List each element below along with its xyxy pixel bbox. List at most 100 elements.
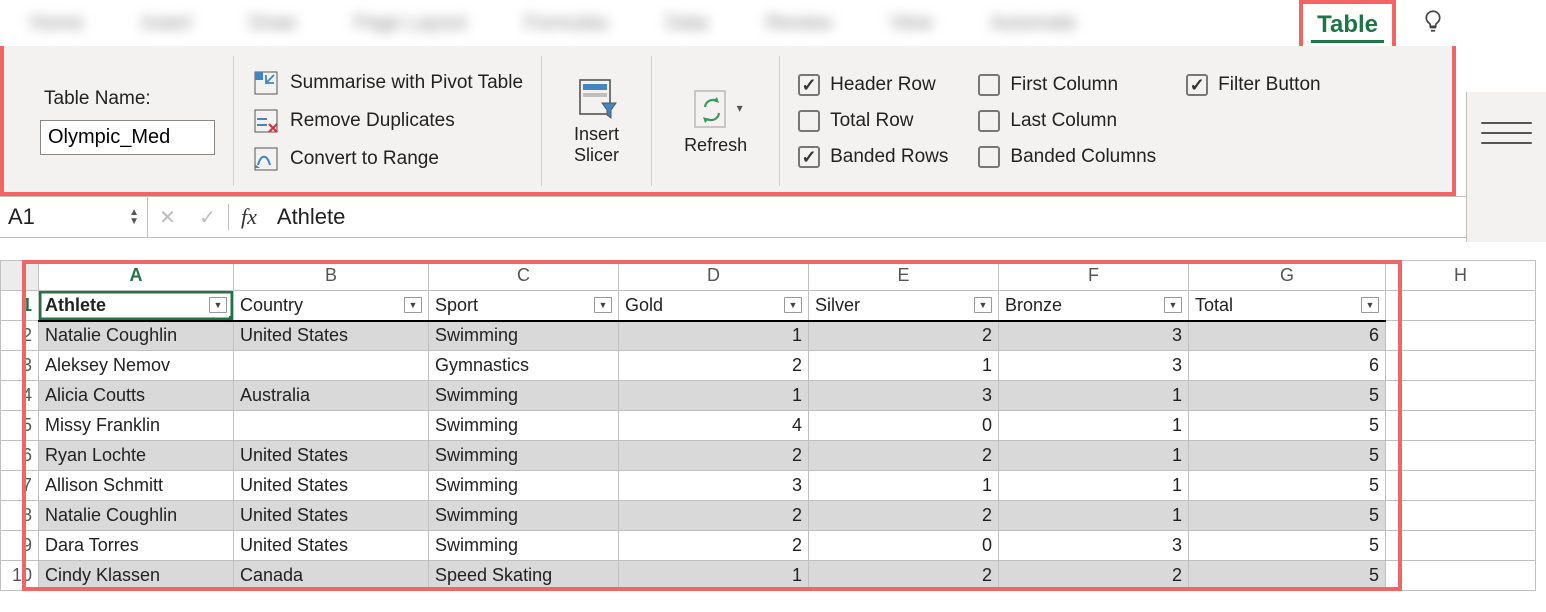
table-header-cell[interactable]: Country▼ — [234, 291, 429, 321]
cell[interactable]: 1 — [619, 321, 809, 351]
table-header-cell[interactable]: Silver▼ — [809, 291, 999, 321]
cell[interactable]: 2 — [619, 441, 809, 471]
cell[interactable]: 1 — [619, 381, 809, 411]
cell[interactable]: 1 — [999, 381, 1189, 411]
filter-dropdown-icon[interactable]: ▼ — [404, 297, 422, 313]
cell[interactable]: 0 — [809, 531, 999, 561]
cell[interactable]: 2 — [999, 561, 1189, 591]
filter-dropdown-icon[interactable]: ▼ — [784, 297, 802, 313]
table-header-cell[interactable]: Sport▼ — [429, 291, 619, 321]
column-header-A[interactable]: A — [39, 261, 234, 291]
cell[interactable]: Cindy Klassen — [39, 561, 234, 591]
cell[interactable]: 4 — [619, 411, 809, 441]
name-box-spinner-icon[interactable]: ▲▼ — [129, 208, 139, 226]
row-header-8[interactable]: 8 — [1, 501, 39, 531]
cell[interactable]: 0 — [809, 411, 999, 441]
cell[interactable]: United States — [234, 441, 429, 471]
cell[interactable]: 5 — [1189, 471, 1386, 501]
header-row-checkbox[interactable]: Header Row — [798, 74, 948, 96]
cell[interactable]: Gymnastics — [429, 351, 619, 381]
cell[interactable]: 2 — [809, 501, 999, 531]
filter-dropdown-icon[interactable]: ▼ — [1361, 297, 1379, 313]
cell[interactable]: Alicia Coutts — [39, 381, 234, 411]
filter-dropdown-icon[interactable]: ▼ — [974, 297, 992, 313]
cell[interactable]: 1 — [999, 471, 1189, 501]
first-column-checkbox[interactable]: First Column — [978, 74, 1156, 96]
cell[interactable]: 5 — [1189, 411, 1386, 441]
cell[interactable] — [1386, 291, 1536, 321]
tab-table[interactable]: Table — [1299, 0, 1396, 46]
fx-icon[interactable]: fx — [228, 204, 269, 230]
filter-dropdown-icon[interactable]: ▼ — [209, 297, 227, 313]
cell[interactable]: Swimming — [429, 321, 619, 351]
column-header-E[interactable]: E — [809, 261, 999, 291]
cell[interactable] — [1386, 351, 1536, 381]
cell[interactable]: 1 — [809, 351, 999, 381]
filter-dropdown-icon[interactable]: ▼ — [594, 297, 612, 313]
cell[interactable] — [1386, 321, 1536, 351]
cell[interactable]: 3 — [999, 321, 1189, 351]
row-header-3[interactable]: 3 — [1, 351, 39, 381]
column-header-B[interactable]: B — [234, 261, 429, 291]
row-header-9[interactable]: 9 — [1, 531, 39, 561]
table-name-input[interactable] — [40, 120, 215, 155]
cell[interactable]: Swimming — [429, 381, 619, 411]
cell[interactable]: 1 — [619, 561, 809, 591]
select-all-corner[interactable] — [1, 261, 39, 291]
row-header-2[interactable]: 2 — [1, 321, 39, 351]
cell[interactable] — [1386, 411, 1536, 441]
cell[interactable]: 2 — [809, 321, 999, 351]
formula-input[interactable]: Athlete — [269, 204, 1546, 230]
cell[interactable]: 1 — [999, 441, 1189, 471]
cell[interactable] — [1386, 441, 1536, 471]
table-header-cell[interactable]: Bronze▼ — [999, 291, 1189, 321]
cell[interactable]: 5 — [1189, 381, 1386, 411]
cell[interactable]: Swimming — [429, 411, 619, 441]
column-header-D[interactable]: D — [619, 261, 809, 291]
cell[interactable] — [1386, 561, 1536, 591]
cell[interactable]: Aleksey Nemov — [39, 351, 234, 381]
row-header-6[interactable]: 6 — [1, 441, 39, 471]
last-column-checkbox[interactable]: Last Column — [978, 110, 1156, 132]
filter-dropdown-icon[interactable]: ▼ — [1164, 297, 1182, 313]
cell[interactable]: 5 — [1189, 561, 1386, 591]
cell[interactable]: 2 — [619, 531, 809, 561]
table-header-cell[interactable]: Gold▼ — [619, 291, 809, 321]
cell[interactable]: Dara Torres — [39, 531, 234, 561]
cell[interactable]: Missy Franklin — [39, 411, 234, 441]
insert-slicer-button[interactable]: Insert Slicer — [560, 76, 633, 165]
cell[interactable]: 3 — [619, 471, 809, 501]
cell[interactable]: Swimming — [429, 441, 619, 471]
cell[interactable] — [1386, 381, 1536, 411]
table-header-cell[interactable]: Athlete▼ — [39, 291, 234, 321]
cell[interactable]: 5 — [1189, 441, 1386, 471]
cell[interactable]: Natalie Coughlin — [39, 501, 234, 531]
tell-me-icon[interactable] — [1420, 8, 1446, 41]
cell[interactable]: Canada — [234, 561, 429, 591]
cell[interactable] — [234, 351, 429, 381]
cell[interactable]: 3 — [999, 351, 1189, 381]
column-header-C[interactable]: C — [429, 261, 619, 291]
cell[interactable]: 3 — [809, 381, 999, 411]
cell[interactable]: 5 — [1189, 501, 1386, 531]
column-header-G[interactable]: G — [1189, 261, 1386, 291]
cell[interactable]: 2 — [619, 351, 809, 381]
formula-cancel-button[interactable]: ✕ — [148, 205, 188, 230]
cell[interactable] — [1386, 531, 1536, 561]
cell[interactable]: Ryan Lochte — [39, 441, 234, 471]
banded-columns-checkbox[interactable]: Banded Columns — [978, 146, 1156, 168]
cell[interactable]: 1 — [999, 501, 1189, 531]
cell[interactable]: Swimming — [429, 531, 619, 561]
cell[interactable]: Swimming — [429, 471, 619, 501]
cell[interactable]: 1 — [999, 411, 1189, 441]
name-box[interactable]: A1 ▲▼ — [0, 197, 148, 237]
remove-duplicates-button[interactable]: Remove Duplicates — [252, 102, 523, 140]
row-header-7[interactable]: 7 — [1, 471, 39, 501]
cell[interactable]: 2 — [809, 561, 999, 591]
cell[interactable] — [1386, 471, 1536, 501]
spreadsheet-grid[interactable]: ABCDEFGH1Athlete▼Country▼Sport▼Gold▼Silv… — [0, 260, 1536, 591]
cell[interactable]: United States — [234, 471, 429, 501]
cell[interactable]: Australia — [234, 381, 429, 411]
filter-button-checkbox[interactable]: Filter Button — [1186, 74, 1320, 96]
cell[interactable]: Speed Skating — [429, 561, 619, 591]
